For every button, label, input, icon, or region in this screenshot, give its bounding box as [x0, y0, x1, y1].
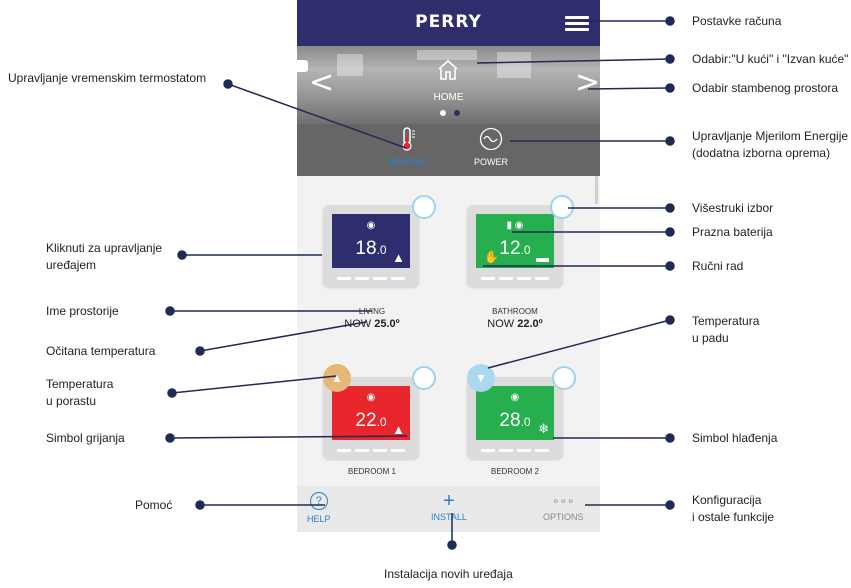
callout-config: Konfiguracija i ostale funkcije [692, 493, 775, 524]
callout-space: Odabir stambenog prostora [692, 81, 839, 95]
callout-battery: Prazna baterija [692, 225, 773, 239]
callout-multi: Višestruki izbor [692, 201, 774, 215]
callout-cooling: Simbol hlađenja [692, 431, 778, 445]
callout-heating-symbol: Simbol grijanja [46, 431, 125, 445]
callout-rising: Temperatura u porastu [46, 377, 114, 408]
callout-room-name: Ime prostorije [46, 304, 119, 318]
callout-help: Pomoć [135, 498, 173, 512]
callout-click: Kliknuti za upravljanje uređajem [46, 241, 163, 272]
callout-read-temp: Očitana temperatura [46, 344, 156, 358]
callout-energy: Upravljanje Mjerilom Energije (dodatna iz… [692, 129, 849, 160]
callout-home-away: Odabir:"U kući" i "Izvan kuće" [692, 52, 849, 66]
callout-install: Instalacija novih uređaja [384, 567, 513, 581]
callout-account: Postavke računa [692, 14, 782, 28]
callout-thermostat: Upravljanje vremenskim termostatom [8, 71, 207, 85]
callout-manual: Ručni rad [692, 259, 744, 273]
callout-falling: Temperatura u padu [692, 314, 760, 345]
